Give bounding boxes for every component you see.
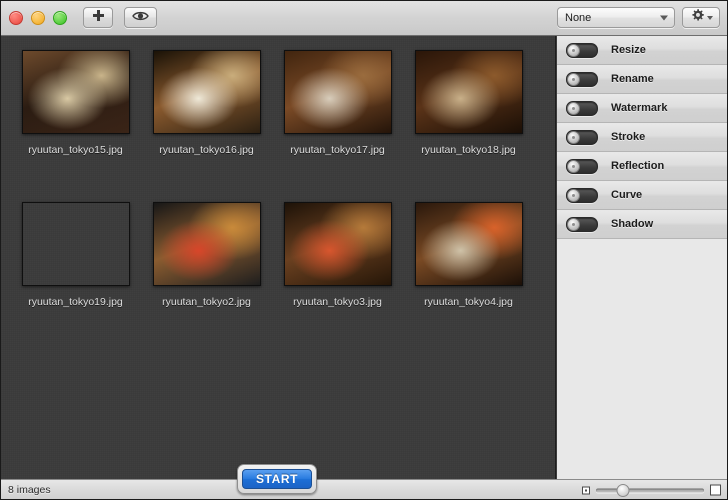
- minimize-window-button[interactable]: [31, 10, 45, 25]
- photo-preview: [152, 202, 261, 286]
- thumbnail-cell[interactable]: ryuutan_tokyo19.jpg: [10, 200, 141, 308]
- effect-row-watermark[interactable]: Watermark: [557, 94, 728, 123]
- thumbnail-caption: ryuutan_tokyo16.jpg: [159, 144, 254, 156]
- thumbnail-caption: ryuutan_tokyo4.jpg: [424, 296, 513, 308]
- plus-icon: [92, 9, 105, 27]
- thumbnail-cell[interactable]: ryuutan_tokyo17.jpg: [272, 48, 403, 156]
- toggle-knob: [567, 159, 580, 173]
- thumbnail-cell[interactable]: ryuutan_tokyo2.jpg: [141, 200, 272, 308]
- effect-label: Shadow: [611, 218, 654, 230]
- preset-dropdown-value: None: [565, 11, 592, 24]
- thumbnail-caption: ryuutan_tokyo2.jpg: [162, 296, 251, 308]
- effect-label: Resize: [611, 44, 646, 56]
- preset-dropdown[interactable]: None: [557, 7, 675, 28]
- toggle-knob: [567, 43, 580, 57]
- photo-preview: [21, 50, 130, 134]
- effect-label: Stroke: [611, 131, 646, 143]
- thumbnail-image[interactable]: [21, 48, 130, 136]
- effect-row-resize[interactable]: Resize: [557, 36, 728, 65]
- slider-knob[interactable]: [616, 483, 630, 497]
- photo-preview: [414, 50, 523, 134]
- thumbnail-image[interactable]: [414, 48, 523, 136]
- chevron-down-icon: [706, 15, 713, 20]
- toggle-knob: [567, 188, 580, 202]
- thumbnail-cell[interactable]: ryuutan_tokyo18.jpg: [403, 48, 534, 156]
- effect-label: Rename: [611, 73, 654, 85]
- content-area: ryuutan_tokyo15.jpg ryuutan_tokyo16.jpg ry…: [0, 36, 728, 479]
- image-count-label: 8 images: [8, 484, 51, 496]
- thumbnail-cell[interactable]: ryuutan_tokyo16.jpg: [141, 48, 272, 156]
- toggle-knob: [567, 217, 580, 231]
- effect-label: Curve: [611, 189, 643, 201]
- application-window: None ryuutan_tokyo15.jpg ryuutan_tokyo16.…: [0, 0, 728, 500]
- effect-toggle-rename[interactable]: [566, 71, 598, 87]
- effects-list: Resize Rename Watermark Stroke Reflection Cur…: [557, 36, 728, 239]
- effect-row-reflection[interactable]: Reflection: [557, 152, 728, 181]
- thumbnail-image[interactable]: [152, 200, 261, 288]
- effect-label: Watermark: [611, 102, 668, 114]
- thumbnail-caption: ryuutan_tokyo18.jpg: [421, 144, 516, 156]
- toggle-knob: [567, 101, 580, 115]
- thumbnail-caption: ryuutan_tokyo19.jpg: [28, 296, 123, 308]
- thumbnail-size-slider[interactable]: [582, 483, 721, 497]
- image-browser[interactable]: ryuutan_tokyo15.jpg ryuutan_tokyo16.jpg ry…: [0, 36, 556, 479]
- thumbnail-caption: ryuutan_tokyo3.jpg: [293, 296, 382, 308]
- slider-track[interactable]: [596, 483, 704, 497]
- settings-button[interactable]: [682, 7, 720, 28]
- thumbnail-image[interactable]: [152, 48, 261, 136]
- effect-toggle-shadow[interactable]: [566, 216, 598, 232]
- thumbnail-grid: ryuutan_tokyo15.jpg ryuutan_tokyo16.jpg ry…: [10, 48, 550, 352]
- effect-label: Reflection: [611, 160, 665, 172]
- thumbnail-caption: ryuutan_tokyo17.jpg: [290, 144, 385, 156]
- photo-preview: [283, 202, 392, 286]
- thumbnail-caption: ryuutan_tokyo15.jpg: [28, 144, 123, 156]
- toolbar-right-group: None: [557, 7, 720, 28]
- thumbnail-cell[interactable]: ryuutan_tokyo3.jpg: [272, 200, 403, 308]
- effect-toggle-watermark[interactable]: [566, 100, 598, 116]
- photo-preview: [283, 50, 392, 134]
- small-thumbnail-icon[interactable]: [582, 486, 590, 494]
- status-bar: 8 images: [0, 479, 728, 500]
- chevron-down-icon: [660, 15, 668, 20]
- effect-toggle-reflection[interactable]: [566, 158, 598, 174]
- window-controls: [9, 10, 67, 25]
- effect-toggle-stroke[interactable]: [566, 129, 598, 145]
- effect-row-shadow[interactable]: Shadow: [557, 210, 728, 239]
- effects-sidebar: Resize Rename Watermark Stroke Reflection Cur…: [557, 36, 728, 479]
- eye-icon: [132, 9, 149, 27]
- photo-preview: [152, 50, 261, 134]
- start-button[interactable]: START: [242, 469, 312, 489]
- photo-preview: [21, 202, 130, 286]
- maximize-window-button[interactable]: [53, 10, 67, 25]
- effect-toggle-resize[interactable]: [566, 42, 598, 58]
- thumbnail-image[interactable]: [283, 200, 392, 288]
- large-thumbnail-icon[interactable]: [710, 484, 721, 496]
- effect-row-rename[interactable]: Rename: [557, 65, 728, 94]
- effect-row-stroke[interactable]: Stroke: [557, 123, 728, 152]
- start-button-bezel: START: [237, 464, 317, 494]
- add-images-button[interactable]: [83, 7, 113, 28]
- effect-row-curve[interactable]: Curve: [557, 181, 728, 210]
- thumbnail-image[interactable]: [414, 200, 523, 288]
- effect-toggle-curve[interactable]: [566, 187, 598, 203]
- thumbnail-cell[interactable]: ryuutan_tokyo15.jpg: [10, 48, 141, 156]
- effects-options-panel: [557, 239, 728, 474]
- title-bar: None: [0, 0, 728, 36]
- preview-button[interactable]: [124, 7, 157, 28]
- thumbnail-image[interactable]: [21, 200, 130, 288]
- toggle-knob: [567, 72, 580, 86]
- thumbnail-cell[interactable]: ryuutan_tokyo4.jpg: [403, 200, 534, 308]
- photo-preview: [414, 202, 523, 286]
- thumbnail-image[interactable]: [283, 48, 392, 136]
- close-window-button[interactable]: [9, 10, 23, 25]
- gear-icon: [690, 8, 705, 28]
- toggle-knob: [567, 130, 580, 144]
